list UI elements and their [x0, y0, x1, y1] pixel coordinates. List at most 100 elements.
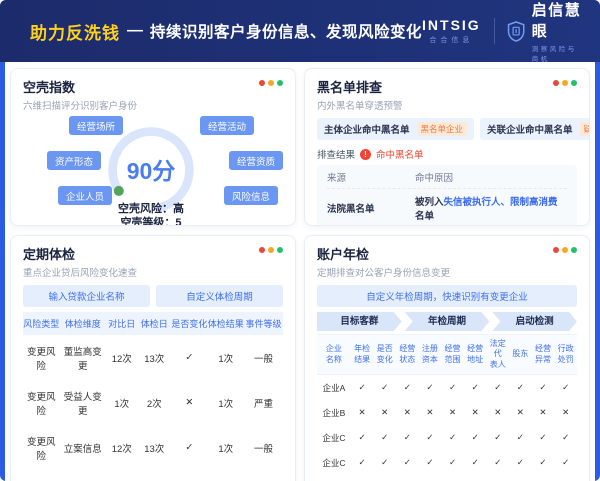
blacklist-result-row: 排查结果 ! 命中黑名单: [317, 147, 577, 161]
cross-icon: ✕: [532, 400, 555, 425]
check-icon: ✓: [486, 450, 509, 475]
cross-icon: ✕: [486, 400, 509, 425]
dimension-cell: 受益人变更: [59, 380, 106, 425]
result-cell: 1次: [208, 335, 244, 380]
cross-icon: ✕: [351, 400, 374, 425]
dimension-pill: 经营活动: [200, 116, 254, 135]
check-icon: ✓: [351, 425, 374, 450]
check-icon: ✓: [171, 425, 207, 470]
qixin-logo: 启信慧眼 洞察风险与商机: [507, 0, 582, 63]
intsig-logo-subtext: 合合信息: [422, 35, 481, 45]
panel-title: 定期体检: [23, 244, 283, 263]
annual-steps: 目标客群年检周期启动检测: [317, 312, 577, 331]
check-icon: ✓: [441, 375, 464, 401]
check-icon: ✓: [486, 375, 509, 401]
column-header: 经营 状态: [396, 335, 419, 375]
blacklist-tab[interactable]: 关联企业命中黑名单疑似黑名单企业: [480, 118, 590, 140]
panel-subtitle: 定期排查对公客户身份信息变更: [317, 265, 577, 279]
check-icon: ✓: [464, 450, 487, 475]
check-icon: ✓: [441, 425, 464, 450]
table-row: 法院黑名单被列入失信被执行人、限制高消费名单: [327, 189, 567, 226]
status-badge: 疑似黑名单企业: [580, 122, 590, 136]
blacklist-tab[interactable]: 主体企业命中黑名单黑名单企业: [317, 118, 474, 140]
cross-icon: ✕: [554, 400, 577, 425]
column-header: 经营 异常: [532, 335, 555, 375]
column-header: 经营 范围: [441, 335, 464, 375]
level-cell: 一般: [244, 425, 283, 470]
check-icon: ✓: [464, 375, 487, 401]
risk-type-cell: 变更风险: [23, 380, 59, 425]
before-cell: 12次: [106, 335, 137, 380]
orange-dot-icon: [268, 247, 274, 253]
red-dot-icon: [553, 80, 559, 86]
annual-cycle-banner[interactable]: 自定义年检周期，快速识别有变更企业: [317, 285, 577, 307]
check-icon: ✓: [509, 375, 532, 401]
green-dot-icon: [277, 80, 283, 86]
cross-icon: ✕: [532, 475, 555, 481]
green-dot-icon: [571, 80, 577, 86]
reason-link[interactable]: 失信被执行人、限制高消费: [444, 197, 558, 208]
source-cell: 法院黑名单: [327, 201, 415, 215]
cross-icon: ✕: [486, 475, 509, 481]
before-cell: 12次: [106, 425, 137, 470]
column-header: 事件等级: [244, 312, 283, 335]
check-icon: ✓: [396, 425, 419, 450]
checkup-cycle-button[interactable]: 自定义体检周期: [156, 285, 283, 307]
table-header-row: 来源命中原因: [327, 165, 567, 189]
risk-type-cell: 变更风险: [23, 470, 59, 481]
table-row: 变更风险董监高变更12次13次✓1次一般: [23, 335, 283, 380]
company-name-input[interactable]: 输入贷款企业名称: [23, 285, 150, 307]
title-highlight: 助力反洗钱: [30, 19, 120, 44]
shell-level-line: 空壳等级：5: [81, 216, 221, 226]
column-header: 经营 地址: [464, 335, 487, 375]
check-icon: ✓: [532, 425, 555, 450]
company-name-cell: 企业C: [317, 425, 351, 450]
table-row: 变更风险受益人变更1次2次✕1次严重: [23, 380, 283, 425]
table-header-row: 企业 名称年检 结果是否 变化经营 状态注册 资本经营 范围经营 地址法定代 表…: [317, 335, 577, 375]
app-frame: 助力反洗钱 — 持续识别客户身份信息、发现风险变化 INTSIG 合合信息 启信…: [0, 0, 600, 481]
cross-icon: ✕: [464, 475, 487, 481]
checkup-table-head: 风险类型体检维度对比日体检日是否变化体检结果事件等级: [23, 312, 283, 335]
step-2: 年检周期: [405, 312, 490, 331]
risk-type-cell: 变更风险: [23, 335, 59, 380]
cross-icon: ✕: [441, 475, 464, 481]
table-row: 企业C✕✕✕✕✕✕✕✕✕✕: [317, 475, 577, 481]
check-icon: ✓: [509, 450, 532, 475]
shell-risk-lines: 空壳风险：高 空壳等级：5: [81, 202, 221, 226]
cross-icon: ✕: [509, 475, 532, 481]
cross-icon: ✕: [171, 380, 207, 425]
after-cell: 123次: [137, 470, 171, 481]
column-header: 命中原因: [415, 170, 453, 184]
page-title: 助力反洗钱 — 持续识别客户身份信息、发现风险变化: [30, 19, 422, 44]
shell-score: 90分: [91, 152, 211, 186]
check-icon: ✓: [441, 450, 464, 475]
cross-icon: ✕: [373, 475, 396, 481]
check-icon: ✓: [351, 450, 374, 475]
dashboard-grid: 空壳指数 六维扫描评分识别客户身份 90分 空壳风险：高 空壳等级：5 经营场所…: [5, 62, 595, 481]
reason-text: 名单: [415, 211, 434, 222]
cross-icon: ✕: [396, 400, 419, 425]
check-icon: ✓: [554, 425, 577, 450]
table-row: 变更风险董监高变更122次123次✓1次一般: [23, 470, 283, 481]
panel-subtitle: 内外黑名单穿透预警: [317, 98, 577, 112]
check-icon: ✓: [464, 425, 487, 450]
cross-icon: ✕: [554, 475, 577, 481]
red-dot-icon: [259, 247, 265, 253]
blacklist-tab-label: 关联企业命中黑名单: [487, 122, 573, 136]
shield-icon: [507, 18, 525, 45]
panel-subtitle: 重点企业贷后风险变化速查: [23, 265, 283, 279]
after-cell: 13次: [137, 335, 171, 380]
level-cell: 一般: [244, 470, 283, 481]
column-header: 法定代 表人: [486, 335, 509, 375]
check-icon: ✓: [373, 375, 396, 401]
check-icon: ✓: [532, 375, 555, 401]
panel-title: 账户年检: [317, 244, 577, 263]
checkup-controls: 输入贷款企业名称 自定义体检周期: [23, 285, 283, 307]
company-name-cell: 企业B: [317, 400, 351, 425]
check-icon: ✓: [419, 425, 442, 450]
cross-icon: ✕: [419, 475, 442, 481]
column-header: 是否 变化: [373, 335, 396, 375]
intsig-logo: INTSIG 合合信息: [422, 17, 481, 45]
intsig-logo-text: INTSIG: [422, 17, 481, 33]
red-dot-icon: [553, 247, 559, 253]
